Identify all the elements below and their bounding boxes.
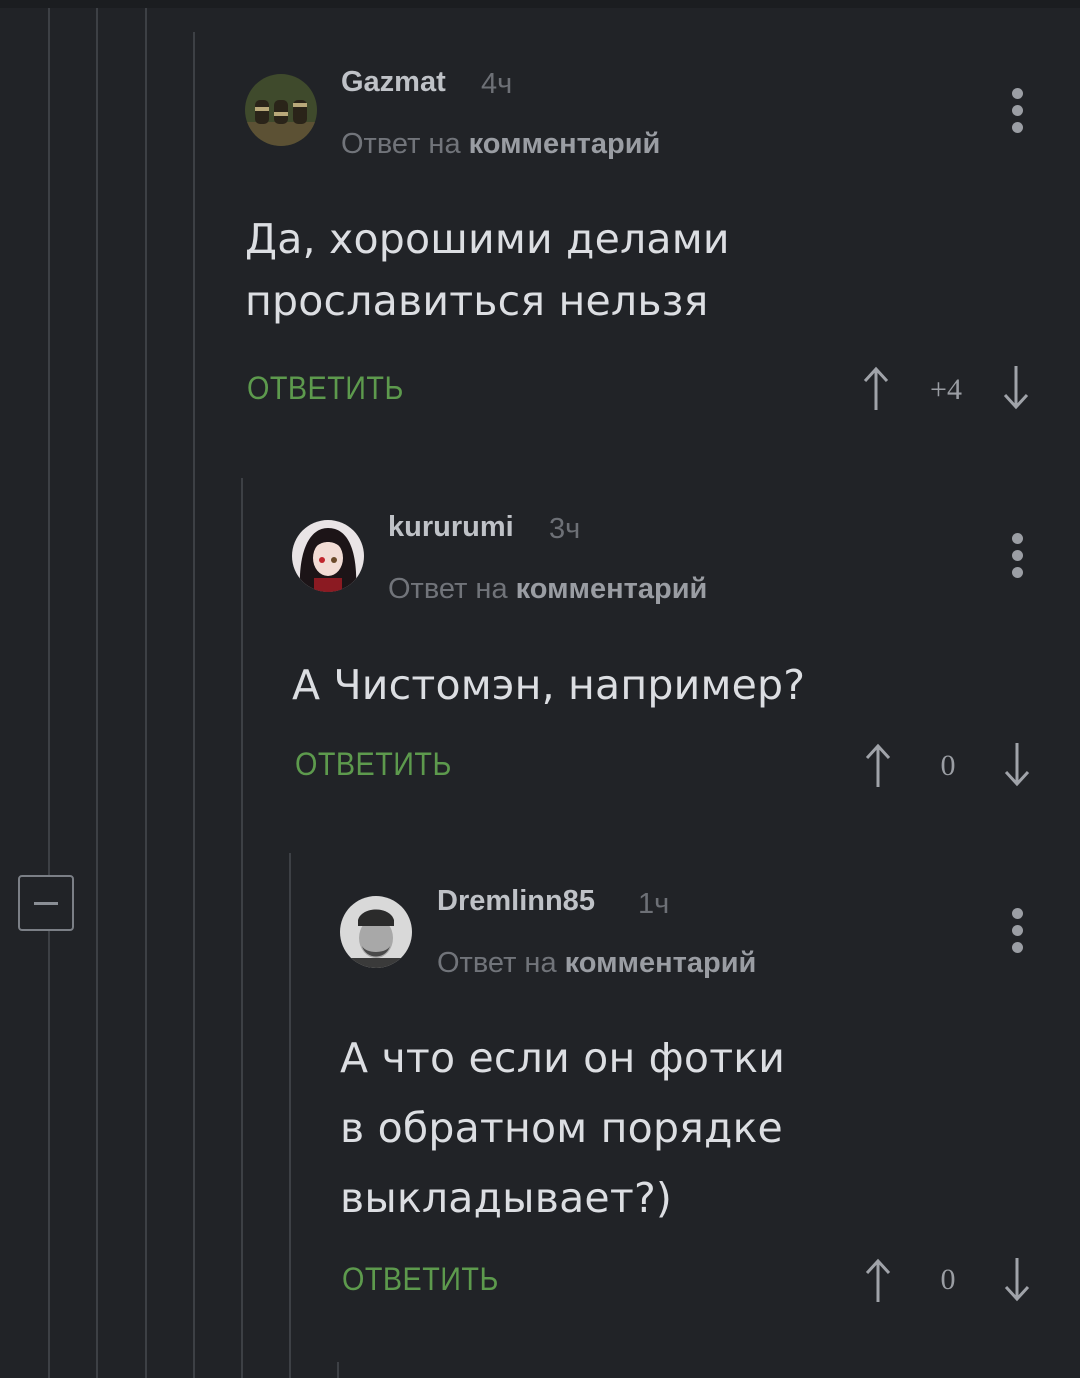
arrow-up-icon (865, 743, 891, 787)
comment-time: 3ч (549, 513, 581, 545)
reply-to-line: Ответ на комментарий (341, 128, 660, 161)
arrow-up-icon (865, 1258, 891, 1302)
thread-line (96, 8, 98, 1378)
downvote-button[interactable] (1002, 366, 1030, 410)
reply-target-link[interactable]: комментарий (516, 573, 708, 605)
more-vertical-icon (1011, 908, 1023, 919)
reply-prefix: Ответ на (341, 128, 461, 160)
comments-thread: Gazmat 4ч Ответ на комментарий Да, хорош… (0, 0, 1080, 1378)
reply-prefix: Ответ на (437, 947, 557, 979)
arrow-up-icon (863, 366, 889, 410)
downvote-button[interactable] (1003, 1258, 1031, 1302)
comment-menu-button[interactable] (1010, 533, 1024, 578)
upvote-button[interactable] (864, 743, 892, 787)
thread-line (145, 8, 147, 1378)
more-vertical-icon (1011, 88, 1023, 99)
vote-score: 0 (940, 749, 956, 782)
more-vertical-icon (1011, 533, 1023, 544)
downvote-button[interactable] (1003, 743, 1031, 787)
reply-prefix: Ответ на (388, 573, 508, 605)
comment-username[interactable]: kururumi (388, 511, 514, 544)
comment-text-line: Да, хорошими делами (245, 215, 730, 263)
avatar[interactable] (292, 520, 364, 592)
reply-target-link[interactable]: комментарий (469, 128, 661, 160)
collapse-thread-button[interactable] (18, 875, 74, 931)
minus-square-icon (34, 901, 58, 905)
comment-username[interactable]: Dremlinn85 (437, 885, 595, 918)
comment-text: А Чистомэн, например? (292, 654, 805, 716)
vote-score: 0 (940, 1263, 956, 1296)
arrow-down-icon (1004, 1258, 1030, 1302)
comment-time: 1ч (638, 888, 670, 920)
avatar[interactable] (340, 896, 412, 968)
thread-line (193, 32, 195, 1378)
comment-text-line: выкладывает?) (340, 1174, 673, 1222)
reply-button[interactable]: ОТВЕТИТЬ (342, 1261, 499, 1298)
thread-line (241, 478, 243, 1378)
arrow-down-icon (1003, 366, 1029, 410)
comment-username[interactable]: Gazmat (341, 66, 446, 99)
reply-target-link[interactable]: комментарий (565, 947, 757, 979)
comment-menu-button[interactable] (1010, 908, 1024, 953)
comment-text-line: А Чистомэн, например? (292, 661, 806, 709)
comment-time: 4ч (481, 68, 513, 100)
avatar[interactable] (245, 74, 317, 146)
reply-button[interactable]: ОТВЕТИТЬ (247, 370, 404, 407)
upvote-button[interactable] (862, 366, 890, 410)
upvote-button[interactable] (864, 1258, 892, 1302)
reply-button[interactable]: ОТВЕТИТЬ (295, 746, 452, 783)
comment-text-line: прославиться нельзя (245, 277, 709, 325)
thread-line (337, 1362, 339, 1378)
comment-text-line: в обратном порядке (340, 1104, 783, 1152)
thread-line (48, 8, 50, 875)
comment-text: А что если он фотки в обратном порядке в… (340, 1027, 785, 1229)
comment-menu-button[interactable] (1010, 88, 1024, 133)
reply-to-line: Ответ на комментарий (388, 573, 707, 606)
thread-line (48, 931, 50, 1378)
reply-to-line: Ответ на комментарий (437, 947, 756, 980)
top-bar-strip (0, 0, 1080, 8)
thread-line (289, 853, 291, 1378)
comment-text: Да, хорошими делами прославиться нельзя (245, 208, 730, 332)
arrow-down-icon (1004, 743, 1030, 787)
vote-score: +4 (930, 373, 962, 406)
comment-text-line: А что если он фотки (340, 1034, 786, 1082)
